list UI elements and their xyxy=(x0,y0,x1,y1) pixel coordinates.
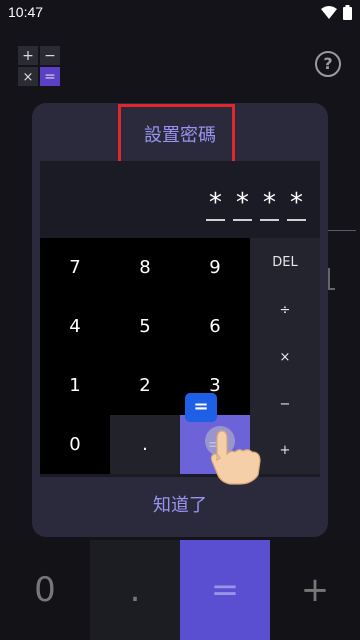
confirm-button[interactable]: 知道了 xyxy=(32,488,328,524)
bg-key-plus: + xyxy=(270,540,360,640)
svg-text:=: = xyxy=(44,69,56,85)
password-digit: * xyxy=(287,189,306,221)
svg-text:+: + xyxy=(22,48,34,64)
key-0: 0 xyxy=(40,415,110,474)
wifi-icon xyxy=(321,5,337,19)
password-underline xyxy=(206,219,225,221)
status-icons xyxy=(321,5,352,20)
key-7: 7 xyxy=(40,238,110,297)
key-multiply: × xyxy=(250,334,320,381)
display-cursor xyxy=(328,268,335,290)
password-digit: * xyxy=(260,189,279,221)
display-underline xyxy=(326,230,356,231)
password-underline xyxy=(260,219,279,221)
key-5: 5 xyxy=(110,297,180,356)
dialog-title: 設置密碼 xyxy=(144,125,216,146)
status-time: 10:47 xyxy=(8,4,44,20)
password-underline xyxy=(233,219,252,221)
battery-icon xyxy=(343,5,352,20)
key-9: 9 xyxy=(180,238,250,297)
key-dot: . xyxy=(110,415,180,474)
password-star: * xyxy=(234,188,251,218)
password-star: * xyxy=(288,188,305,218)
background-keypad-row: 0 . = + xyxy=(0,540,360,640)
tap-hand-icon xyxy=(205,426,261,485)
password-mask: * * * * xyxy=(206,189,306,221)
password-star: * xyxy=(261,188,278,218)
key-2: 2 xyxy=(110,356,180,415)
key-divide: ÷ xyxy=(250,287,320,334)
demo-calculator: * * * * 7 8 9 DEL 4 5 6 ÷ 1 2 3 × 0 . − … xyxy=(40,161,320,477)
bg-key-equals: = xyxy=(180,540,270,640)
password-digit: * xyxy=(206,189,225,221)
key-del: DEL xyxy=(250,238,320,287)
app-logo-icon: + − × = xyxy=(18,46,60,86)
demo-keypad: 7 8 9 DEL 4 5 6 ÷ 1 2 3 × 0 . = − + xyxy=(40,238,320,476)
password-digit: * xyxy=(233,189,252,221)
status-bar: 10:47 xyxy=(0,0,360,26)
set-password-dialog: 設置密碼 * * * * 7 8 9 DEL 4 5 6 ÷ 1 2 3 × 0… xyxy=(32,103,328,537)
key-8: 8 xyxy=(110,238,180,297)
key-6: 6 xyxy=(180,297,250,356)
help-button[interactable]: ? xyxy=(315,51,341,77)
key-1: 1 xyxy=(40,356,110,415)
equals-hint-badge: = xyxy=(185,393,217,422)
password-underline xyxy=(287,219,306,221)
bg-key-dot: . xyxy=(90,540,180,640)
svg-text:×: × xyxy=(23,70,34,85)
bg-key-zero: 0 xyxy=(0,540,90,640)
password-star: * xyxy=(207,188,224,218)
svg-text:−: − xyxy=(44,48,56,64)
key-4: 4 xyxy=(40,297,110,356)
